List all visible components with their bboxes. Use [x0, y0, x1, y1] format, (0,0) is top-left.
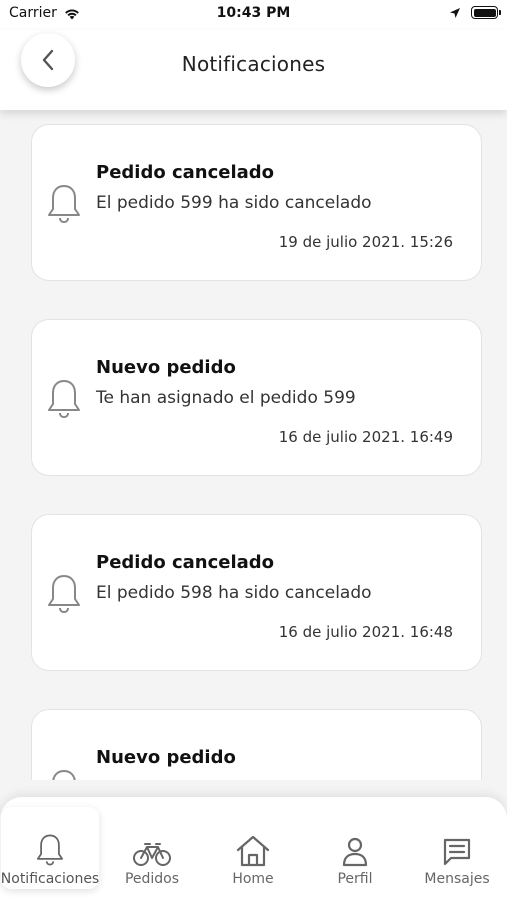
tab-label: Mensajes — [424, 871, 490, 887]
notification-card[interactable]: Nuevo pedido — [31, 709, 482, 780]
header: Notificaciones — [0, 30, 507, 110]
bell-icon — [48, 380, 80, 419]
notification-card[interactable]: Pedido cancelado El pedido 598 ha sido c… — [31, 514, 482, 671]
tab-mensajes[interactable]: Mensajes — [408, 807, 506, 889]
notification-message: El pedido 599 ha sido cancelado — [96, 193, 372, 213]
tab-pedidos[interactable]: Pedidos — [103, 807, 201, 889]
bell-icon — [48, 185, 80, 224]
tab-home[interactable]: Home — [204, 807, 302, 889]
status-right — [449, 6, 501, 19]
bell-icon — [36, 834, 64, 866]
notification-title: Pedido cancelado — [96, 162, 275, 183]
notification-title: Nuevo pedido — [96, 747, 236, 768]
notification-date: 19 de julio 2021. 15:26 — [278, 233, 453, 251]
location-arrow-icon — [450, 7, 460, 18]
user-icon — [342, 837, 368, 867]
notification-date: 16 de julio 2021. 16:48 — [278, 623, 453, 641]
notification-message: Te han asignado el pedido 599 — [96, 388, 356, 408]
notification-card[interactable]: Pedido cancelado El pedido 599 ha sido c… — [31, 124, 482, 281]
tab-bar: Notificaciones Pedidos Home Perfil Mensa… — [0, 797, 507, 900]
tab-label: Home — [232, 871, 274, 887]
notification-message: El pedido 598 ha sido cancelado — [96, 583, 372, 603]
status-bar: Carrier 10:43 PM — [0, 0, 507, 30]
status-time: 10:43 PM — [216, 5, 291, 21]
home-icon — [236, 835, 270, 867]
page-title: Notificaciones — [181, 52, 326, 76]
notification-card[interactable]: Nuevo pedido Te han asignado el pedido 5… — [31, 319, 482, 476]
bell-icon — [48, 575, 80, 614]
bicycle-icon — [133, 843, 171, 866]
notification-date: 16 de julio 2021. 16:49 — [278, 428, 453, 446]
bell-icon — [52, 770, 76, 780]
notification-title: Nuevo pedido — [96, 357, 236, 378]
notification-list[interactable]: Pedido cancelado El pedido 599 ha sido c… — [0, 110, 507, 780]
battery-icon — [471, 6, 501, 19]
tab-label: Pedidos — [124, 871, 180, 887]
tab-perfil[interactable]: Perfil — [306, 807, 404, 889]
tab-label: Perfil — [337, 871, 373, 887]
tab-label: Notificaciones — [0, 871, 100, 887]
message-icon — [443, 838, 471, 866]
notification-title: Pedido cancelado — [96, 552, 275, 573]
tab-notificaciones[interactable]: Notificaciones — [1, 807, 99, 889]
